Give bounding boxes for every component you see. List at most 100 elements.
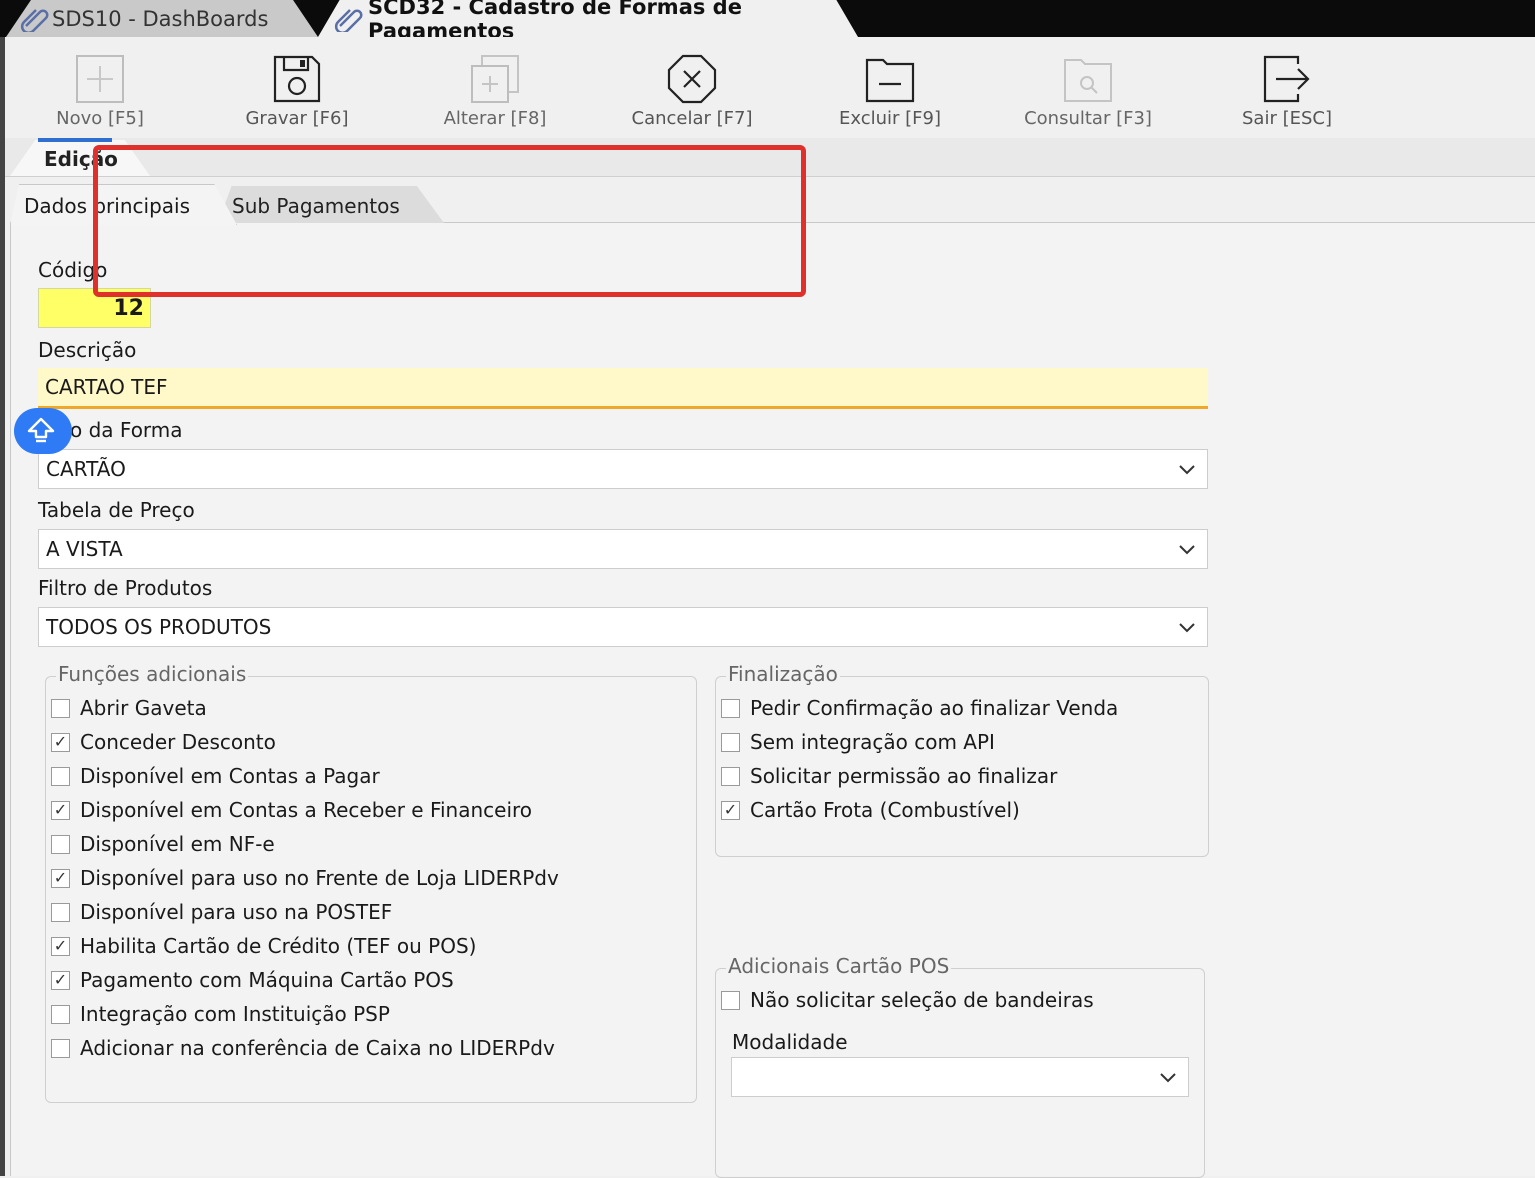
checkbox-checked-icon: ✓ bbox=[51, 732, 70, 752]
cancelar-label: Cancelar [F7] bbox=[631, 108, 753, 129]
funcoesList-checkbox[interactable]: ✓ Conceder Desconto bbox=[51, 730, 276, 754]
finalList-checkbox[interactable]: Sem integração com API bbox=[721, 730, 995, 754]
funcoes-adicionais-title: Funções adicionais bbox=[56, 662, 249, 686]
paperclip-icon bbox=[334, 9, 363, 32]
checkbox-label: Adicionar na conferência de Caixa no LID… bbox=[80, 1036, 555, 1060]
window-tab-label: SDS10 - DashBoards bbox=[52, 6, 269, 31]
finalList-checkbox[interactable]: Pedir Confirmação ao finalizar Venda bbox=[721, 696, 1118, 720]
funcoesList-checkbox[interactable]: ✓ Habilita Cartão de Crédito (TEF ou POS) bbox=[51, 934, 476, 958]
checkbox-box bbox=[51, 902, 70, 922]
descricao-value: CARTAO TEF bbox=[45, 375, 168, 399]
exit-arrow-icon bbox=[1263, 55, 1310, 103]
save-disk-icon bbox=[273, 55, 321, 103]
consultar-button[interactable]: Consultar [F3] bbox=[1013, 54, 1163, 134]
checkbox-box bbox=[51, 834, 70, 854]
funcoesList-checkbox[interactable]: Disponível em Contas a Pagar bbox=[51, 764, 380, 788]
modalidade-label: Modalidade bbox=[732, 1030, 848, 1054]
folder-search-icon bbox=[1064, 59, 1112, 102]
excluir-button[interactable]: Excluir [F9] bbox=[815, 54, 965, 134]
nao-solicitar-bandeiras-checkbox[interactable]: Não solicitar seleção de bandeiras bbox=[721, 988, 1094, 1012]
paperclip-icon bbox=[20, 9, 49, 32]
finalList-checkbox[interactable]: Solicitar permissão ao finalizar bbox=[721, 764, 1057, 788]
filtro-produtos-value: TODOS OS PRODUTOS bbox=[46, 615, 272, 639]
cancel-octagon-icon bbox=[667, 54, 717, 104]
codigo-value: 12 bbox=[113, 295, 144, 321]
checkbox-checked-icon: ✓ bbox=[51, 868, 70, 888]
shift-arrow-icon bbox=[27, 417, 55, 443]
tipo-forma-value: CARTÃO bbox=[46, 457, 126, 481]
cancelar-button[interactable]: Cancelar [F7] bbox=[617, 54, 767, 134]
finalList-checkbox[interactable]: ✓ Cartão Frota (Combustível) bbox=[721, 798, 1020, 822]
checkbox-box bbox=[721, 766, 740, 786]
checkbox-checked-icon: ✓ bbox=[51, 800, 70, 820]
novo-label: Novo [F5] bbox=[56, 108, 144, 129]
chevron-down-icon bbox=[1179, 465, 1195, 475]
modalidade-select[interactable] bbox=[731, 1057, 1189, 1097]
checkbox-label: Habilita Cartão de Crédito (TEF ou POS) bbox=[80, 934, 477, 958]
funcoesList-checkbox[interactable]: ✓ Disponível em Contas a Receber e Financ… bbox=[51, 798, 532, 822]
funcoesList-checkbox[interactable]: Adicionar na conferência de Caixa no LID… bbox=[51, 1036, 555, 1060]
plus-square-icon bbox=[76, 55, 124, 103]
checkbox-label: Integração com Instituição PSP bbox=[80, 1002, 390, 1026]
sair-label: Sair [ESC] bbox=[1242, 108, 1332, 129]
checkbox-box bbox=[721, 698, 740, 718]
checkbox-checked-icon: ✓ bbox=[51, 936, 70, 956]
descricao-label: Descrição bbox=[38, 338, 137, 362]
checkbox-label: Solicitar permissão ao finalizar bbox=[750, 764, 1058, 788]
checkbox-label: Não solicitar seleção de bandeiras bbox=[750, 988, 1094, 1012]
novo-button[interactable]: Novo [F5] bbox=[25, 54, 175, 134]
filtro-produtos-label: Filtro de Produtos bbox=[38, 576, 213, 600]
checkbox-label: Pagamento com Máquina Cartão POS bbox=[80, 968, 454, 992]
chevron-down-icon bbox=[1160, 1073, 1176, 1083]
descricao-field[interactable]: CARTAO TEF bbox=[38, 368, 1208, 409]
checkbox-box bbox=[51, 766, 70, 786]
checkbox-label: Disponível para uso no Frente de Loja LI… bbox=[80, 866, 559, 890]
funcoesList-checkbox[interactable]: Disponível em NF-e bbox=[51, 832, 275, 856]
checkbox-box bbox=[721, 990, 740, 1010]
checkbox-box bbox=[721, 732, 740, 752]
checkbox-label: Sem integração com API bbox=[750, 730, 995, 754]
checkbox-label: Disponível para uso na POSTEF bbox=[80, 900, 393, 924]
window-tab-dashboards[interactable]: SDS10 - DashBoards bbox=[6, 0, 318, 37]
sair-button[interactable]: Sair [ESC] bbox=[1212, 54, 1362, 134]
tabela-preco-select[interactable]: A VISTA bbox=[38, 529, 1208, 569]
finalizacao-title: Finalização bbox=[726, 662, 840, 686]
window-tab-cadastro-formas[interactable]: SCD32 - Cadastro de Formas de Pagamentos bbox=[318, 0, 858, 37]
adicionais-pos-title: Adicionais Cartão POS bbox=[726, 954, 952, 978]
alterar-label: Alterar [F8] bbox=[443, 108, 547, 129]
checkbox-label: Conceder Desconto bbox=[80, 730, 276, 754]
tabela-preco-label: Tabela de Preço bbox=[38, 498, 195, 522]
filtro-produtos-select[interactable]: TODOS OS PRODUTOS bbox=[38, 607, 1208, 647]
floating-assist-button[interactable] bbox=[14, 408, 72, 454]
checkbox-box bbox=[51, 1038, 70, 1058]
checkbox-label: Disponível em Contas a Pagar bbox=[80, 764, 380, 788]
alterar-button[interactable]: Alterar [F8] bbox=[420, 54, 570, 134]
checkbox-box bbox=[51, 1004, 70, 1024]
folder-minus-icon bbox=[865, 58, 915, 103]
funcoesList-checkbox[interactable]: Abrir Gaveta bbox=[51, 696, 207, 720]
funcoesList-checkbox[interactable]: ✓ Pagamento com Máquina Cartão POS bbox=[51, 968, 454, 992]
checkbox-label: Disponível em NF-e bbox=[80, 832, 275, 856]
funcoesList-checkbox[interactable]: Integração com Instituição PSP bbox=[51, 1002, 390, 1026]
excluir-label: Excluir [F9] bbox=[839, 108, 941, 129]
checkbox-label: Abrir Gaveta bbox=[80, 696, 207, 720]
chevron-down-icon bbox=[1179, 545, 1195, 555]
gravar-label: Gravar [F6] bbox=[245, 108, 349, 129]
checkbox-label: Disponível em Contas a Receber e Finance… bbox=[80, 798, 533, 822]
duplicate-add-icon bbox=[471, 55, 519, 103]
tipo-forma-select[interactable]: CARTÃO bbox=[38, 449, 1208, 489]
window-tab-label: SCD32 - Cadastro de Formas de Pagamentos bbox=[368, 0, 742, 43]
tipo-forma-label: o da Forma bbox=[70, 418, 183, 442]
chevron-down-icon bbox=[1179, 623, 1195, 633]
checkbox-checked-icon: ✓ bbox=[721, 800, 740, 820]
window-left-edge bbox=[0, 37, 5, 1176]
gravar-button[interactable]: Gravar [F6] bbox=[222, 54, 372, 134]
consultar-label: Consultar [F3] bbox=[1024, 108, 1152, 129]
checkbox-label: Pedir Confirmação ao finalizar Venda bbox=[750, 696, 1119, 720]
tab-edicao-indicator bbox=[38, 138, 112, 142]
funcoesList-checkbox[interactable]: Disponível para uso na POSTEF bbox=[51, 900, 392, 924]
highlight-annotation-box bbox=[93, 145, 806, 297]
tabela-preco-value: A VISTA bbox=[46, 537, 123, 561]
checkbox-checked-icon: ✓ bbox=[51, 970, 70, 990]
funcoesList-checkbox[interactable]: ✓ Disponível para uso no Frente de Loja L… bbox=[51, 866, 559, 890]
